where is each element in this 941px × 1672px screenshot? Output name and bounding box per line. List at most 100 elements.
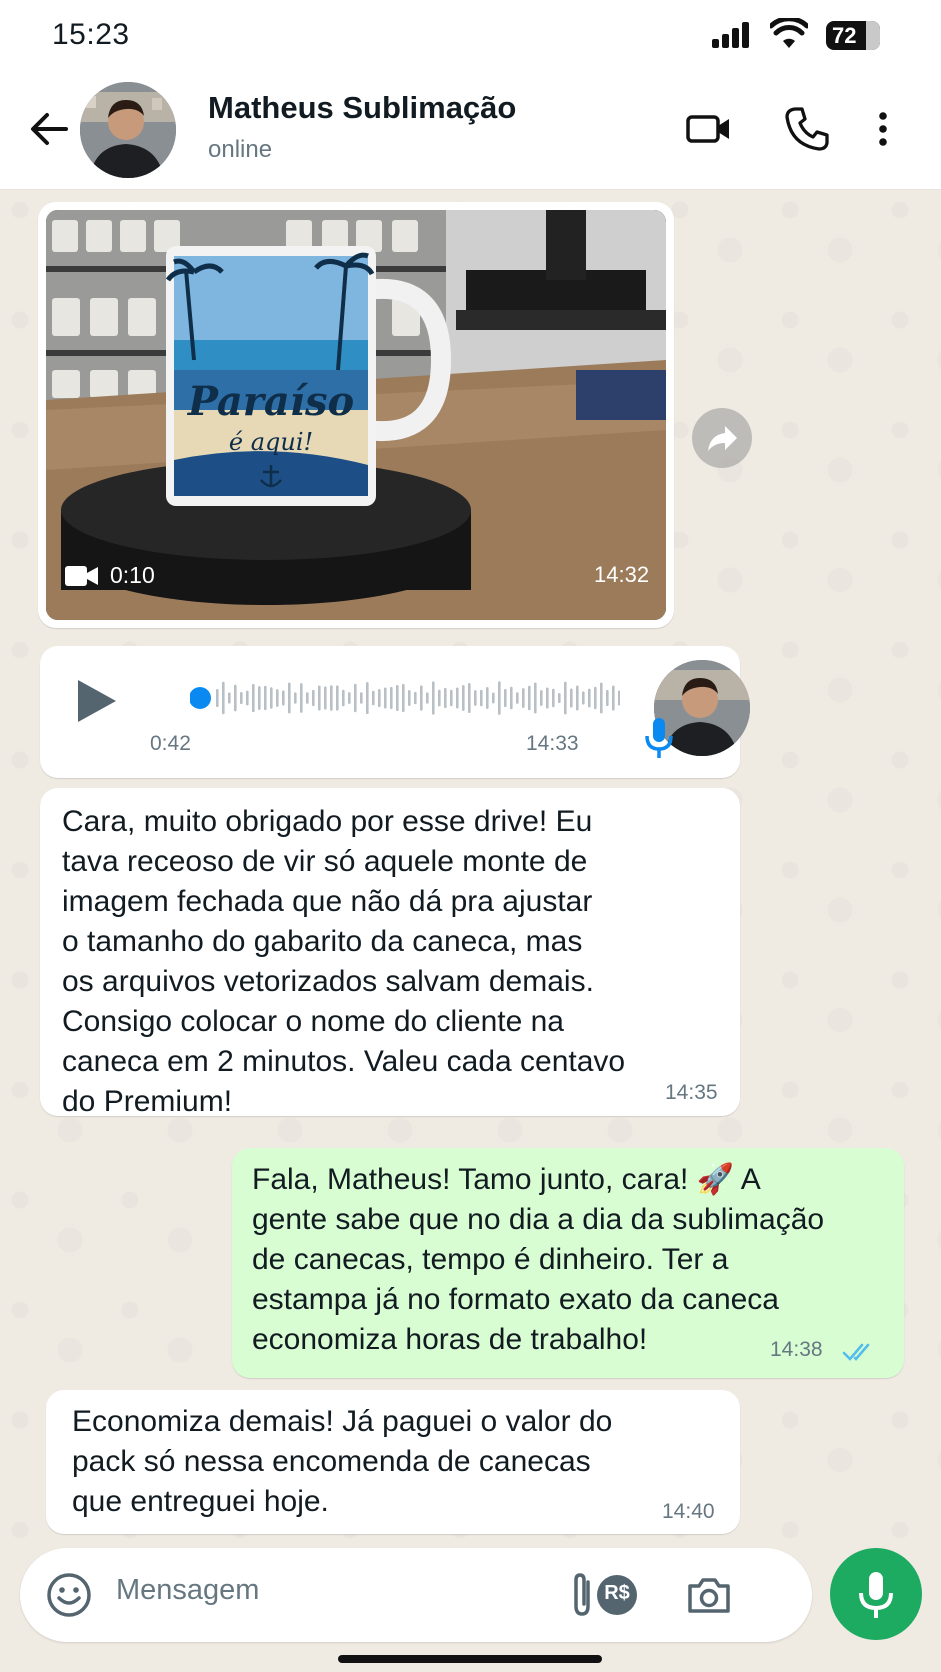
waveform-bar <box>438 689 441 707</box>
forward-button[interactable] <box>692 408 752 468</box>
camera-icon[interactable] <box>684 1570 734 1620</box>
battery-level: 72 <box>832 23 857 48</box>
waveform-bar <box>498 681 501 715</box>
waveform-bar <box>288 682 291 714</box>
waveform-bar <box>216 689 219 707</box>
payment-button[interactable]: R$ <box>592 1570 642 1620</box>
contact-avatar[interactable] <box>80 82 176 178</box>
waveform-bar <box>420 685 423 711</box>
video-timestamp: 14:32 <box>594 562 650 587</box>
wifi-icon <box>770 18 808 48</box>
message-line: do Premium! <box>62 1085 233 1118</box>
audio-message[interactable]: 0:42 14:33 <box>40 646 750 778</box>
waveform-bar <box>294 692 297 704</box>
emoji-icon[interactable] <box>44 1570 94 1620</box>
waveform-bar <box>540 690 543 706</box>
waveform-bar <box>300 683 303 713</box>
waveform-bar <box>516 692 519 704</box>
waveform-bar <box>396 684 399 712</box>
waveform-bar <box>342 689 345 707</box>
incoming-message-1[interactable]: Cara, muito obrigado por esse drive! Eu … <box>40 788 740 1118</box>
waveform-bar <box>534 682 537 714</box>
video-message[interactable]: Paraíso é aqui! 0:10 14:32 <box>38 202 674 628</box>
waveform-bar <box>258 686 261 710</box>
waveform-bar <box>306 692 309 704</box>
audio-duration: 0:42 <box>150 732 191 755</box>
waveform-bar <box>492 692 495 704</box>
waveform-bar <box>474 690 477 706</box>
message-3-text: Economiza demais! Já paguei o valor do p… <box>72 1402 732 1522</box>
waveform-bar <box>348 692 351 704</box>
record-voice-button[interactable] <box>830 1548 922 1640</box>
waveform-bar <box>282 690 285 706</box>
contact-status: online <box>208 136 273 163</box>
forward-icon <box>708 426 737 451</box>
message-3-timestamp: 14:40 <box>662 1500 715 1523</box>
message-input[interactable]: Mensagem <box>116 1574 259 1607</box>
message-2-text: Fala, Matheus! Tamo junto, cara! 🚀 A gen… <box>252 1160 902 1360</box>
audio-waveform[interactable] <box>190 672 620 724</box>
video-thumbnail[interactable]: Paraíso é aqui! 0:10 14:32 <box>46 210 666 620</box>
waveform-bar <box>402 683 405 713</box>
waveform-bar <box>456 687 459 709</box>
message-input-bar: Mensagem R$ <box>20 1548 812 1642</box>
incoming-message-2[interactable]: Economiza demais! Já paguei o valor do p… <box>46 1390 740 1534</box>
waveform-bar <box>450 689 453 707</box>
status-time: 15:23 <box>52 18 130 51</box>
waveform-bar <box>576 685 579 711</box>
waveform-bar <box>372 690 375 706</box>
voice-call-icon[interactable] <box>782 104 832 154</box>
waveform-bar <box>366 681 369 715</box>
waveform-bar <box>462 685 465 711</box>
waveform-bar <box>600 682 603 714</box>
waveform-bar <box>234 684 237 712</box>
waveform-bar <box>546 687 549 709</box>
waveform-bar <box>330 685 333 711</box>
waveform-bar <box>252 683 255 713</box>
payment-label: R$ <box>604 1582 630 1604</box>
waveform-bar <box>378 689 381 707</box>
status-bar: 15:23 72 <box>0 0 941 72</box>
waveform-bar <box>408 690 411 706</box>
waveform-bar <box>486 687 489 709</box>
waveform-bar <box>528 685 531 711</box>
video-call-icon[interactable] <box>684 104 734 154</box>
message-line: Economiza demais! Já paguei o valor do <box>72 1405 613 1438</box>
video-duration: 0:10 <box>110 562 155 588</box>
mug-text-subtitle: é aqui! <box>229 428 313 456</box>
waveform-bar <box>222 681 225 715</box>
contact-name[interactable]: Matheus Sublimação <box>208 90 516 126</box>
audio-progress-dot[interactable] <box>190 687 211 709</box>
home-indicator <box>338 1655 602 1663</box>
message-line: de canecas, tempo é dinheiro. Ter a <box>252 1243 729 1276</box>
outgoing-message-1[interactable]: Fala, Matheus! Tamo junto, cara! 🚀 A gen… <box>232 1148 904 1378</box>
chat-area[interactable]: Paraíso é aqui! 0:10 14:32 0:42 14:33 Ca… <box>0 190 941 1550</box>
message-line: Fala, Matheus! Tamo junto, cara! 🚀 A <box>252 1163 761 1196</box>
message-line: Cara, muito obrigado por esse drive! Eu <box>62 805 593 838</box>
message-1-timestamp: 14:35 <box>665 1081 718 1104</box>
message-line: os arquivos vetorizados salvam demais. <box>62 965 594 998</box>
waveform-bar <box>552 688 555 708</box>
waveform-bar <box>246 690 249 706</box>
message-line: tava receoso de vir só aquele monte de <box>62 845 588 878</box>
waveform-bar <box>426 692 429 704</box>
message-2-timestamp: 14:38 <box>770 1338 823 1361</box>
waveform-bar <box>432 681 435 715</box>
message-line: o tamanho do gabarito da caneca, mas <box>62 925 583 958</box>
message-line: Consigo colocar o nome do cliente na <box>62 1005 564 1038</box>
waveform-bar <box>558 692 561 704</box>
waveform-bar <box>444 687 447 709</box>
back-arrow-icon[interactable] <box>28 108 70 150</box>
waveform-bar <box>522 688 525 708</box>
waveform-bar <box>264 685 267 711</box>
more-options-icon[interactable] <box>868 104 898 154</box>
read-receipt-icon <box>842 1343 870 1361</box>
waveform-bar <box>612 685 615 711</box>
waveform-bar <box>606 689 609 707</box>
play-icon[interactable] <box>72 676 122 726</box>
signal-icon <box>712 22 752 48</box>
mug-text-title: Paraíso <box>187 378 354 425</box>
waveform-bar <box>318 685 321 711</box>
message-line: pack só nessa encomenda de canecas <box>72 1445 591 1478</box>
waveform-bar <box>468 682 471 714</box>
